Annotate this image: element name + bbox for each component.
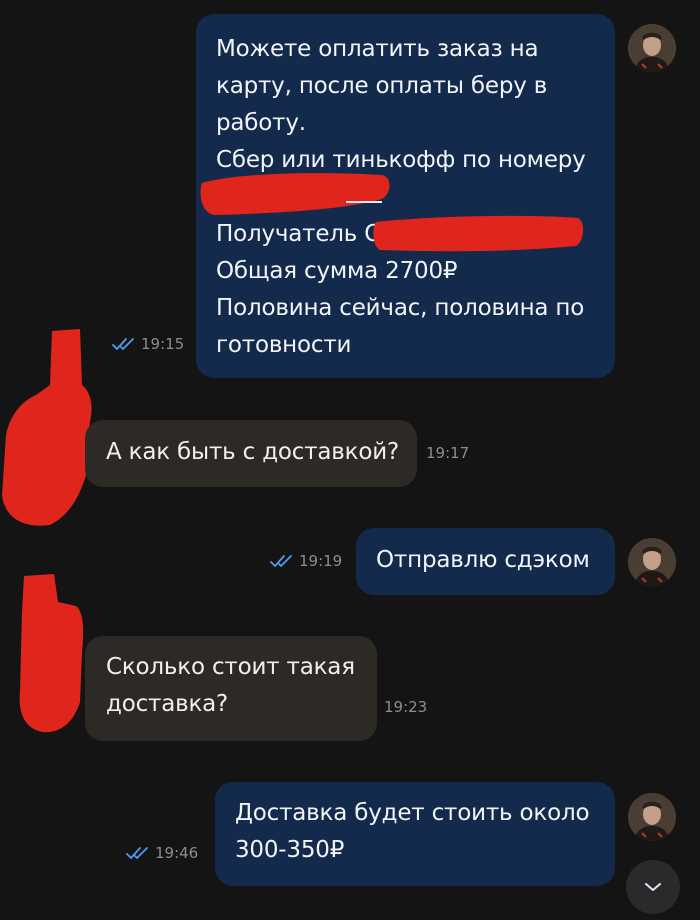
message-time: 19:15 [141,335,185,353]
user-avatar[interactable] [628,24,676,72]
message-bubble-incoming[interactable]: А как быть с доставкой? [85,420,417,487]
message-text-line: Половина сейчас, половина по [216,295,585,321]
redaction-mark [19,574,84,733]
message-text-line: доставка? [106,691,229,717]
message-text-line: 300-350₽ [235,837,345,863]
avatar-image [628,793,676,841]
user-avatar[interactable] [628,538,676,586]
message-text-line: Можете оплатить заказ на [216,36,539,62]
scroll-down-button[interactable] [626,860,680,914]
message-text-line: Отправлю сдэком [376,547,590,573]
message-meta: 19:15 [112,335,184,353]
message-text-line: Сколько стоит такая [106,654,355,680]
message-text-line: Общая сумма 2700₽ [216,258,458,284]
message-meta: 19:46 [126,844,198,862]
message-bubble-outgoing[interactable]: Отправлю сдэком [356,528,615,595]
message-time: 19:46 [155,844,199,862]
message-meta: 19:19 [270,552,342,570]
message-meta: 19:17 [426,444,469,462]
double-check-icon [126,847,148,859]
chevron-down-icon [645,883,661,891]
redaction-mark [2,329,92,526]
redaction-mark [200,173,390,215]
avatar-image [628,24,676,72]
message-time: 19:23 [384,698,428,716]
message-time: 19:17 [426,444,470,462]
message-text-line: Доставка будет стоить около [235,800,590,826]
message-text-line: А как быть с доставкой? [106,439,399,465]
redaction-mark [373,215,584,252]
message-bubble-incoming[interactable]: Сколько стоит такая доставка? [85,636,377,741]
message-time: 19:19 [299,552,343,570]
message-text-line: карту, после оплаты беру в [216,73,548,99]
avatar-image [628,538,676,586]
user-avatar[interactable] [628,793,676,841]
double-check-icon [112,338,134,350]
message-text-line: готовности [216,332,352,358]
message-text-line: работу. [216,110,306,136]
message-bubble-outgoing[interactable]: Доставка будет стоить около 300-350₽ [215,782,615,886]
message-meta: 19:23 [384,698,427,716]
double-check-icon [270,555,292,567]
